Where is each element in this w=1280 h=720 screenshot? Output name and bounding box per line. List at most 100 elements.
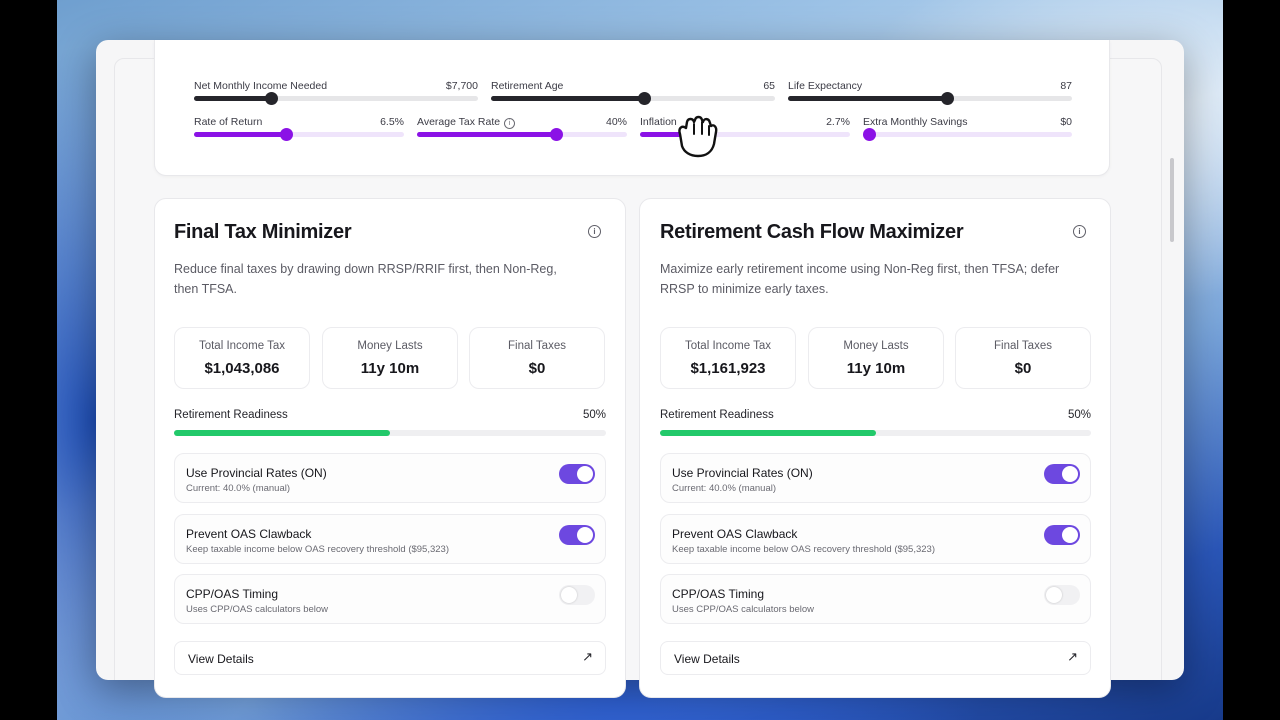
stat-value: $0 <box>528 360 546 377</box>
card-description: Maximize early retirement income using N… <box>660 262 1060 296</box>
slider-label: Rate of Return <box>194 116 263 128</box>
slider-value: 6.5% <box>380 116 404 128</box>
slider-fill <box>417 132 556 137</box>
option-subtitle: Uses CPP/OAS calculators below <box>672 604 815 615</box>
slider-handle[interactable] <box>941 92 955 105</box>
slider-label: Life Expectancy <box>788 80 863 92</box>
option-title: Use Provincial Rates (ON) <box>186 466 327 480</box>
cpp-oas-timing-toggle[interactable] <box>1044 585 1080 605</box>
oas-clawback-toggle[interactable] <box>559 525 595 545</box>
slider-label: Retirement Age <box>491 80 564 92</box>
slider-fill <box>788 96 948 101</box>
extra-savings-slider[interactable]: Extra Monthly Savings $0 <box>863 116 1072 146</box>
readiness-label: Retirement Readiness <box>660 409 774 421</box>
slider-fill <box>491 96 645 101</box>
option-subtitle: Keep taxable income below OAS recovery t… <box>186 544 449 555</box>
card-title: Retirement Cash Flow Maximizer <box>660 221 964 243</box>
card-title: Final Tax Minimizer <box>174 221 352 243</box>
option-subtitle: Current: 40.0% (manual) <box>186 483 291 494</box>
stat-value: $1,043,086 <box>204 360 280 377</box>
net-income-slider[interactable]: Net Monthly Income Needed $7,700 <box>194 80 478 110</box>
option-prevent-oas-clawback: Prevent OAS Clawback Keep taxable income… <box>660 514 1091 564</box>
scrollbar[interactable] <box>1170 158 1174 242</box>
inflation-slider[interactable]: Inflation 2.7% <box>640 116 850 146</box>
stat-final-taxes: Final Taxes $0 <box>955 327 1091 389</box>
slider-value: $0 <box>1060 116 1072 128</box>
slider-handle[interactable] <box>863 128 876 141</box>
stat-label: Money Lasts <box>843 340 909 352</box>
slider-track[interactable] <box>863 132 1072 137</box>
slider-handle[interactable] <box>264 92 278 105</box>
slider-value: 65 <box>763 80 775 92</box>
stat-label: Final Taxes <box>508 340 566 352</box>
assumptions-panel: Net Monthly Income Needed $7,700 Retirem… <box>154 40 1110 176</box>
strategy-card-tax-minimizer: Final Tax Minimizer i Reduce final taxes… <box>154 198 626 698</box>
stat-money-lasts: Money Lasts 11y 10m <box>808 327 944 389</box>
retirement-age-slider[interactable]: Retirement Age 65 <box>491 80 775 110</box>
option-subtitle: Current: 40.0% (manual) <box>672 483 777 494</box>
arrow-up-right-icon: ↗ <box>582 649 593 664</box>
option-title: CPP/OAS Timing <box>186 587 279 601</box>
slider-value: 87 <box>1060 80 1072 92</box>
slider-handle[interactable] <box>638 92 652 105</box>
slider-handle[interactable] <box>549 128 563 141</box>
stat-value: 11y 10m <box>360 360 420 377</box>
readiness-progress-fill <box>174 430 390 436</box>
average-tax-rate-slider[interactable]: Average Tax Rate i 40% <box>417 116 627 146</box>
stat-label: Total Income Tax <box>684 340 772 352</box>
option-subtitle: Uses CPP/OAS calculators below <box>186 604 329 615</box>
toggle-knob <box>1062 527 1078 543</box>
view-details-button[interactable]: View Details ↗ <box>174 641 606 675</box>
info-icon[interactable]: i <box>1073 225 1086 238</box>
slider-fill <box>194 132 287 137</box>
option-title: Use Provincial Rates (ON) <box>672 466 813 480</box>
view-details-label: View Details <box>188 652 254 666</box>
slider-value: $7,700 <box>445 80 478 92</box>
provincial-rates-toggle[interactable] <box>559 464 595 484</box>
option-cpp-oas-timing: CPP/OAS Timing Uses CPP/OAS calculators … <box>660 574 1091 624</box>
stat-value: $0 <box>1014 360 1032 377</box>
stat-label: Final Taxes <box>994 340 1052 352</box>
option-prevent-oas-clawback: Prevent OAS Clawback Keep taxable income… <box>174 514 606 564</box>
toggle-knob <box>1062 466 1078 482</box>
stat-final-taxes: Final Taxes $0 <box>469 327 605 389</box>
oas-clawback-toggle[interactable] <box>1044 525 1080 545</box>
readiness-progress-bar <box>660 430 1091 436</box>
readiness-value: 50% <box>1067 409 1091 421</box>
strategy-card-cash-flow-maximizer: Retirement Cash Flow Maximizer i Maximiz… <box>639 198 1111 698</box>
option-provincial-rates: Use Provincial Rates (ON) Current: 40.0%… <box>660 453 1091 503</box>
provincial-rates-toggle[interactable] <box>1044 464 1080 484</box>
toggle-knob <box>577 466 593 482</box>
slider-fill <box>194 96 271 101</box>
slider-label-text: Average Tax Rate <box>417 116 501 128</box>
stat-money-lasts: Money Lasts 11y 10m <box>322 327 458 389</box>
card-description: Reduce final taxes by drawing down RRSP/… <box>174 262 557 296</box>
option-cpp-oas-timing: CPP/OAS Timing Uses CPP/OAS calculators … <box>174 574 606 624</box>
slider-handle[interactable] <box>280 128 294 141</box>
view-details-label: View Details <box>674 652 740 666</box>
rate-of-return-slider[interactable]: Rate of Return 6.5% <box>194 116 404 146</box>
slider-label: Net Monthly Income Needed <box>194 80 328 92</box>
stat-value: $1,161,923 <box>690 360 766 377</box>
stat-total-income-tax: Total Income Tax $1,161,923 <box>660 327 796 389</box>
grab-hand-cursor-icon <box>678 115 718 158</box>
cpp-oas-timing-toggle[interactable] <box>559 585 595 605</box>
option-subtitle: Keep taxable income below OAS recovery t… <box>672 544 935 555</box>
stat-total-income-tax: Total Income Tax $1,043,086 <box>174 327 310 389</box>
stat-label: Total Income Tax <box>198 340 286 352</box>
view-details-button[interactable]: View Details ↗ <box>660 641 1091 675</box>
toggle-knob <box>1046 587 1062 603</box>
option-title: Prevent OAS Clawback <box>186 527 312 541</box>
toggle-knob <box>561 587 577 603</box>
slider-label: Average Tax Rate i <box>417 116 516 129</box>
info-icon[interactable]: i <box>504 118 516 129</box>
option-title: CPP/OAS Timing <box>672 587 765 601</box>
stat-label: Money Lasts <box>357 340 423 352</box>
info-icon[interactable]: i <box>588 225 601 238</box>
life-expectancy-slider[interactable]: Life Expectancy 87 <box>788 80 1072 110</box>
slider-label: Inflation <box>640 116 677 128</box>
readiness-value: 50% <box>582 409 606 421</box>
stat-value: 11y 10m <box>846 360 906 377</box>
slider-value: 2.7% <box>826 116 850 128</box>
readiness-progress-fill <box>660 430 876 436</box>
